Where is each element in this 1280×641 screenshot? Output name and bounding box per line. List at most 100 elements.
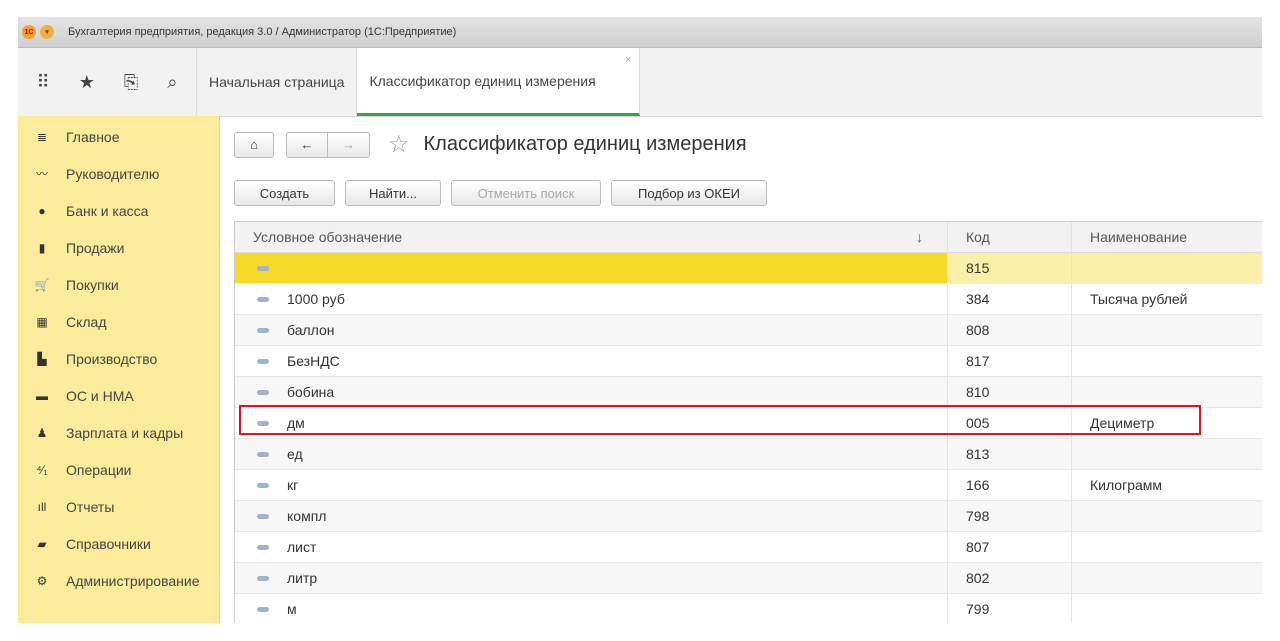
table-row[interactable]: БезНДС 817 bbox=[235, 346, 1262, 377]
code-cell: 799 bbox=[947, 594, 1071, 623]
units-table: Условное обозначение ↓ Код Наименование 8… bbox=[234, 221, 1262, 623]
sidebar-item-label: Банк и касса bbox=[66, 202, 149, 219]
sidebar-item-label: Администрирование bbox=[66, 572, 200, 589]
toolbar: ⠿ ★ ⎘ ⌕ Начальная страница Классификатор… bbox=[18, 48, 1262, 117]
table-row[interactable]: дм 005 Дециметр bbox=[235, 405, 1262, 439]
code-cell: 817 bbox=[947, 346, 1071, 376]
item-icon bbox=[257, 296, 269, 302]
section-icon: ⚙ bbox=[36, 573, 48, 588]
favorite-star-icon[interactable]: ☆ bbox=[388, 130, 410, 159]
symbol-text: баллон bbox=[287, 322, 335, 338]
table-row[interactable]: ед 813 bbox=[235, 439, 1262, 470]
table-row[interactable]: бобина 810 bbox=[235, 377, 1262, 408]
section-icon: ▰ bbox=[37, 536, 47, 551]
back-button[interactable]: ← bbox=[286, 131, 328, 158]
sidebar-item[interactable]: ▙ Производство bbox=[18, 340, 219, 377]
col-symbol-header[interactable]: Условное обозначение ↓ bbox=[235, 222, 947, 252]
item-icon bbox=[257, 327, 269, 333]
code-cell: 166 bbox=[947, 470, 1071, 500]
home-icon: ⌂ bbox=[250, 137, 258, 152]
history-icon[interactable]: ⎘ bbox=[124, 72, 138, 93]
col-name-header[interactable]: Наименование bbox=[1071, 222, 1262, 252]
close-icon[interactable]: × bbox=[625, 54, 631, 66]
name-cell bbox=[1071, 253, 1262, 283]
symbol-text: литр bbox=[287, 570, 318, 586]
item-icon bbox=[257, 265, 269, 271]
sort-arrow-icon: ↓ bbox=[916, 229, 923, 245]
search-icon[interactable]: ⌕ bbox=[167, 72, 177, 93]
section-icon: 〰 bbox=[35, 167, 48, 181]
name-cell: Тысяча рублей bbox=[1071, 284, 1262, 314]
table-row[interactable]: литр 802 bbox=[235, 563, 1262, 594]
name-cell bbox=[1071, 501, 1262, 531]
create-button[interactable]: Создать bbox=[234, 180, 335, 206]
name-cell bbox=[1071, 439, 1262, 469]
sidebar-item[interactable]: ♟ Зарплата и кадры bbox=[18, 414, 219, 451]
section-icon: ▬ bbox=[36, 388, 48, 403]
code-cell: 815 bbox=[947, 253, 1071, 283]
sidebar-item[interactable]: ⚙ Администрирование bbox=[18, 562, 219, 599]
symbol-text: лист bbox=[287, 539, 317, 555]
name-cell bbox=[1071, 594, 1262, 623]
find-button[interactable]: Найти... bbox=[345, 180, 441, 206]
sidebar-item-label: Операции bbox=[66, 461, 132, 478]
menu-dropdown-icon[interactable]: ▾ bbox=[40, 25, 54, 39]
name-cell bbox=[1071, 377, 1262, 407]
sidebar-item-label: Отчеты bbox=[66, 498, 115, 515]
table-row[interactable]: 815 bbox=[235, 253, 1262, 284]
item-icon bbox=[257, 544, 269, 550]
symbol-cell: лист bbox=[235, 532, 947, 562]
symbol-text: 1000 руб bbox=[287, 291, 345, 307]
symbol-text: компл bbox=[287, 508, 327, 524]
section-icon: ⁴⁄₁ bbox=[36, 462, 48, 477]
star-icon[interactable]: ★ bbox=[79, 72, 95, 93]
tab-classifier[interactable]: Классификатор единиц измерения × bbox=[357, 48, 641, 116]
symbol-cell: 1000 руб bbox=[235, 284, 947, 314]
code-cell: 384 bbox=[947, 284, 1071, 314]
table-row[interactable]: кг 166 Килограмм bbox=[235, 470, 1262, 501]
okei-select-button[interactable]: Подбор из ОКЕИ bbox=[611, 180, 767, 206]
main-content: ⌂ ← → ☆ Классификатор единиц измерения С… bbox=[220, 116, 1262, 623]
symbol-text: БезНДС bbox=[287, 353, 340, 369]
symbol-cell: м bbox=[235, 594, 947, 623]
forward-button[interactable]: → bbox=[328, 131, 370, 158]
window-title: Бухгалтерия предприятия, редакция 3.0 / … bbox=[68, 26, 457, 38]
item-icon bbox=[257, 389, 269, 395]
sidebar-item[interactable]: ▰ Справочники bbox=[18, 525, 219, 562]
apps-grid-icon[interactable]: ⠿ bbox=[37, 72, 50, 93]
sidebar-item-label: ОС и НМА bbox=[66, 387, 134, 404]
table-row[interactable]: компл 798 bbox=[235, 501, 1262, 532]
page-title: Классификатор единиц измерения bbox=[423, 133, 747, 155]
sidebar-item[interactable]: ıll Отчеты bbox=[18, 488, 219, 525]
table-row[interactable]: баллон 808 bbox=[235, 315, 1262, 346]
item-icon bbox=[257, 513, 269, 519]
forward-arrow-icon: → bbox=[342, 137, 355, 152]
section-icon: ≣ bbox=[36, 129, 48, 144]
code-cell: 802 bbox=[947, 563, 1071, 593]
logo-icon: 1С bbox=[22, 25, 36, 39]
item-icon bbox=[257, 358, 269, 364]
code-cell: 810 bbox=[947, 377, 1071, 407]
code-cell: 808 bbox=[947, 315, 1071, 345]
table-row[interactable]: м 799 bbox=[235, 594, 1262, 623]
tab-home[interactable]: Начальная страница bbox=[197, 48, 358, 116]
symbol-cell: литр bbox=[235, 563, 947, 593]
cancel-search-button[interactable]: Отменить поиск bbox=[451, 180, 601, 206]
sidebar-item[interactable]: ▦ Склад bbox=[18, 303, 219, 340]
sidebar-item[interactable]: ≣ Главное bbox=[18, 118, 219, 155]
back-arrow-icon: ← bbox=[300, 137, 314, 152]
name-cell bbox=[1071, 563, 1262, 593]
title-bar: 1С ▾ Бухгалтерия предприятия, редакция 3… bbox=[18, 17, 1262, 48]
sidebar-item[interactable]: ▬ ОС и НМА bbox=[18, 377, 219, 414]
sidebar-item[interactable]: 🛒 Покупки bbox=[18, 266, 219, 303]
home-button[interactable]: ⌂ bbox=[234, 131, 274, 158]
sidebar-item[interactable]: ▮ Продажи bbox=[18, 229, 219, 266]
sidebar-item[interactable]: ● Банк и касса bbox=[18, 192, 219, 229]
table-row[interactable]: 1000 руб 384 Тысяча рублей bbox=[235, 284, 1262, 315]
sidebar-item[interactable]: 〰 Руководителю bbox=[18, 155, 219, 192]
sidebar-item-label: Производство bbox=[66, 350, 158, 367]
section-icon: ● bbox=[38, 203, 46, 218]
table-row[interactable]: лист 807 bbox=[235, 532, 1262, 563]
sidebar-item[interactable]: ⁴⁄₁ Операции bbox=[18, 451, 219, 488]
col-code-header[interactable]: Код bbox=[947, 222, 1071, 252]
